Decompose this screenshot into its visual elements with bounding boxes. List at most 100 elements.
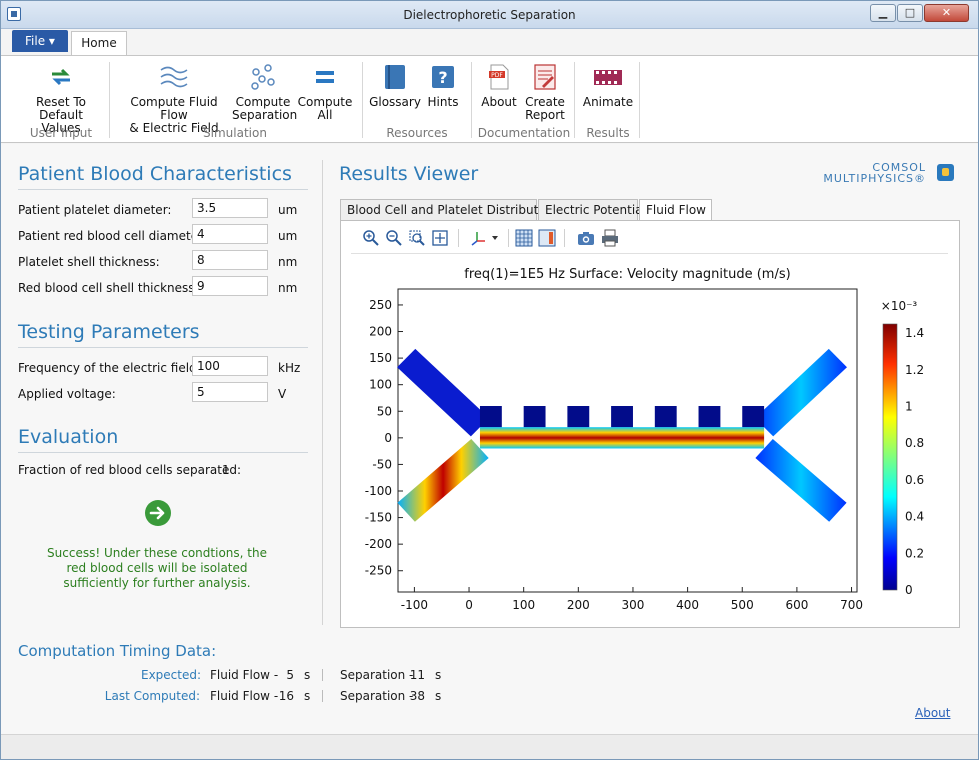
y-tick-label: -250 xyxy=(365,564,392,578)
patient-section-title: Patient Blood Characteristics xyxy=(18,163,292,185)
colorbar-tick-label: 0.2 xyxy=(905,546,924,560)
field-label: Patient platelet diameter: xyxy=(18,203,172,217)
zoom-extents-icon[interactable] xyxy=(431,229,449,247)
voltage-input[interactable] xyxy=(192,382,268,402)
group-label-user-input: User Input xyxy=(29,126,93,140)
time-unit: s xyxy=(435,689,442,703)
expected-label: Expected: xyxy=(141,668,202,682)
about-label: About xyxy=(481,95,517,109)
toolbar-divider xyxy=(564,229,565,247)
colorbar-tick-label: 1.4 xyxy=(905,326,924,340)
book-icon xyxy=(385,65,405,89)
print-icon[interactable] xyxy=(601,229,619,247)
report-icon xyxy=(534,64,556,90)
y-tick-label: -200 xyxy=(365,537,392,551)
colorbar-tick-label: 0 xyxy=(905,583,913,597)
field-unit: nm xyxy=(278,255,298,269)
ribbon-divider xyxy=(574,62,575,138)
tab-blood-cell-distribution[interactable]: Blood Cell and Platelet Distribution xyxy=(340,199,557,221)
x-tick-label: 200 xyxy=(567,598,590,612)
fluid-flow-label: Fluid Flow - xyxy=(210,668,279,682)
testing-section-title: Testing Parameters xyxy=(18,321,200,343)
hints-button[interactable]: ? Hints xyxy=(425,62,461,109)
colorbar-tick-label: 0.4 xyxy=(905,510,924,524)
about-button[interactable]: PDF About xyxy=(478,62,520,109)
rbc-diameter-input[interactable] xyxy=(192,224,268,244)
pdf-icon: PDF xyxy=(489,64,509,90)
field-label: Platelet shell thickness: xyxy=(18,255,160,269)
comsol-logo: COMSOL MULTIPHYSICS® xyxy=(823,161,956,185)
glossary-label: Glossary xyxy=(369,95,421,109)
minimize-button[interactable]: ▁ xyxy=(870,4,896,22)
field-label: Red blood cell shell thickness: xyxy=(18,281,199,295)
grid-icon[interactable] xyxy=(515,229,533,247)
expected-separation-value: 11 xyxy=(409,668,425,682)
frequency-input[interactable] xyxy=(192,356,268,376)
field-unit: um xyxy=(278,229,298,243)
timing-title: Computation Timing Data: xyxy=(18,642,217,660)
toolbar-divider xyxy=(508,229,509,247)
maximize-button[interactable]: □ xyxy=(897,4,923,22)
animate-label: Animate xyxy=(582,95,634,109)
tab-home[interactable]: Home xyxy=(71,31,127,56)
ribbon: Reset To Default Values User Input Compu… xyxy=(1,55,978,143)
x-tick-label: 700 xyxy=(840,598,863,612)
y-tick-label: -100 xyxy=(365,484,392,498)
fluid-flow-icon xyxy=(160,66,188,88)
create-report-label: Create Report xyxy=(525,95,565,122)
compute-all-label: Compute All xyxy=(297,95,353,122)
camera-icon[interactable] xyxy=(577,229,595,247)
axis-orientation-icon[interactable] xyxy=(468,229,502,247)
zoom-in-icon[interactable] xyxy=(362,229,380,247)
y-tick-label: 50 xyxy=(377,404,392,418)
field-unit: V xyxy=(278,387,287,401)
file-menu-button[interactable]: File ▾ xyxy=(12,30,68,52)
plot-area: freq(1)=1E5 Hz Surface: Velocity magnitu… xyxy=(351,253,948,618)
main-content: Patient Blood Characteristics Patient pl… xyxy=(1,144,978,734)
comsol-logo-mark-icon xyxy=(937,164,954,181)
x-tick-label: 400 xyxy=(676,598,699,612)
field-label: Patient red blood cell diameter: xyxy=(18,229,207,243)
field-label: Applied voltage: xyxy=(18,387,116,401)
x-tick-label: 500 xyxy=(731,598,754,612)
colorbar-tick-label: 1.2 xyxy=(905,363,924,377)
create-report-button[interactable]: Create Report xyxy=(522,62,568,122)
compute-fluid-flow-button[interactable]: Compute Fluid Flow & Electric Field xyxy=(117,62,231,135)
close-button[interactable]: ✕ xyxy=(924,4,969,22)
separation-label: Separation - xyxy=(340,689,414,703)
reset-icon xyxy=(52,68,70,86)
color-legend-icon[interactable] xyxy=(538,229,556,247)
app-window: Dielectrophoretic Separation ▁ □ ✕ File … xyxy=(0,0,979,760)
platelet-diameter-input[interactable] xyxy=(192,198,268,218)
x-tick-label: 300 xyxy=(622,598,645,612)
y-tick-label: -50 xyxy=(372,457,392,471)
panel-divider xyxy=(322,160,323,625)
about-link[interactable]: About xyxy=(915,706,950,720)
results-viewer-title: Results Viewer xyxy=(339,163,479,185)
zoom-box-icon[interactable] xyxy=(408,229,426,247)
x-tick-label: 600 xyxy=(785,598,808,612)
channel-tooth xyxy=(742,405,765,428)
reset-defaults-button[interactable]: Reset To Default Values xyxy=(19,62,103,135)
field-unit: nm xyxy=(278,281,298,295)
ribbon-divider xyxy=(639,62,640,138)
help-icon: ? xyxy=(432,66,454,88)
tab-electric-potential[interactable]: Electric Potential xyxy=(538,199,646,221)
animate-button[interactable]: Animate xyxy=(581,62,635,109)
compute-all-button[interactable]: Compute All xyxy=(297,62,353,122)
y-tick-label: 200 xyxy=(369,325,392,339)
colorbar-tick-label: 1 xyxy=(905,400,913,414)
velocity-surface-plot[interactable]: freq(1)=1E5 Hz Surface: Velocity magnitu… xyxy=(351,254,948,619)
zoom-out-icon[interactable] xyxy=(385,229,403,247)
fraction-value: 1 xyxy=(222,463,230,477)
platelet-shell-input[interactable] xyxy=(192,250,268,270)
last-separation-value: 38 xyxy=(409,689,425,703)
tab-fluid-flow[interactable]: Fluid Flow xyxy=(639,199,712,222)
channel-tooth xyxy=(523,405,546,428)
separation-icon xyxy=(251,64,275,90)
rbc-shell-input[interactable] xyxy=(192,276,268,296)
glossary-button[interactable]: Glossary xyxy=(367,62,423,109)
compute-separation-button[interactable]: Compute Separation xyxy=(232,62,297,122)
colorbar-tick-label: 0.6 xyxy=(905,473,924,487)
y-tick-label: 100 xyxy=(369,378,392,392)
